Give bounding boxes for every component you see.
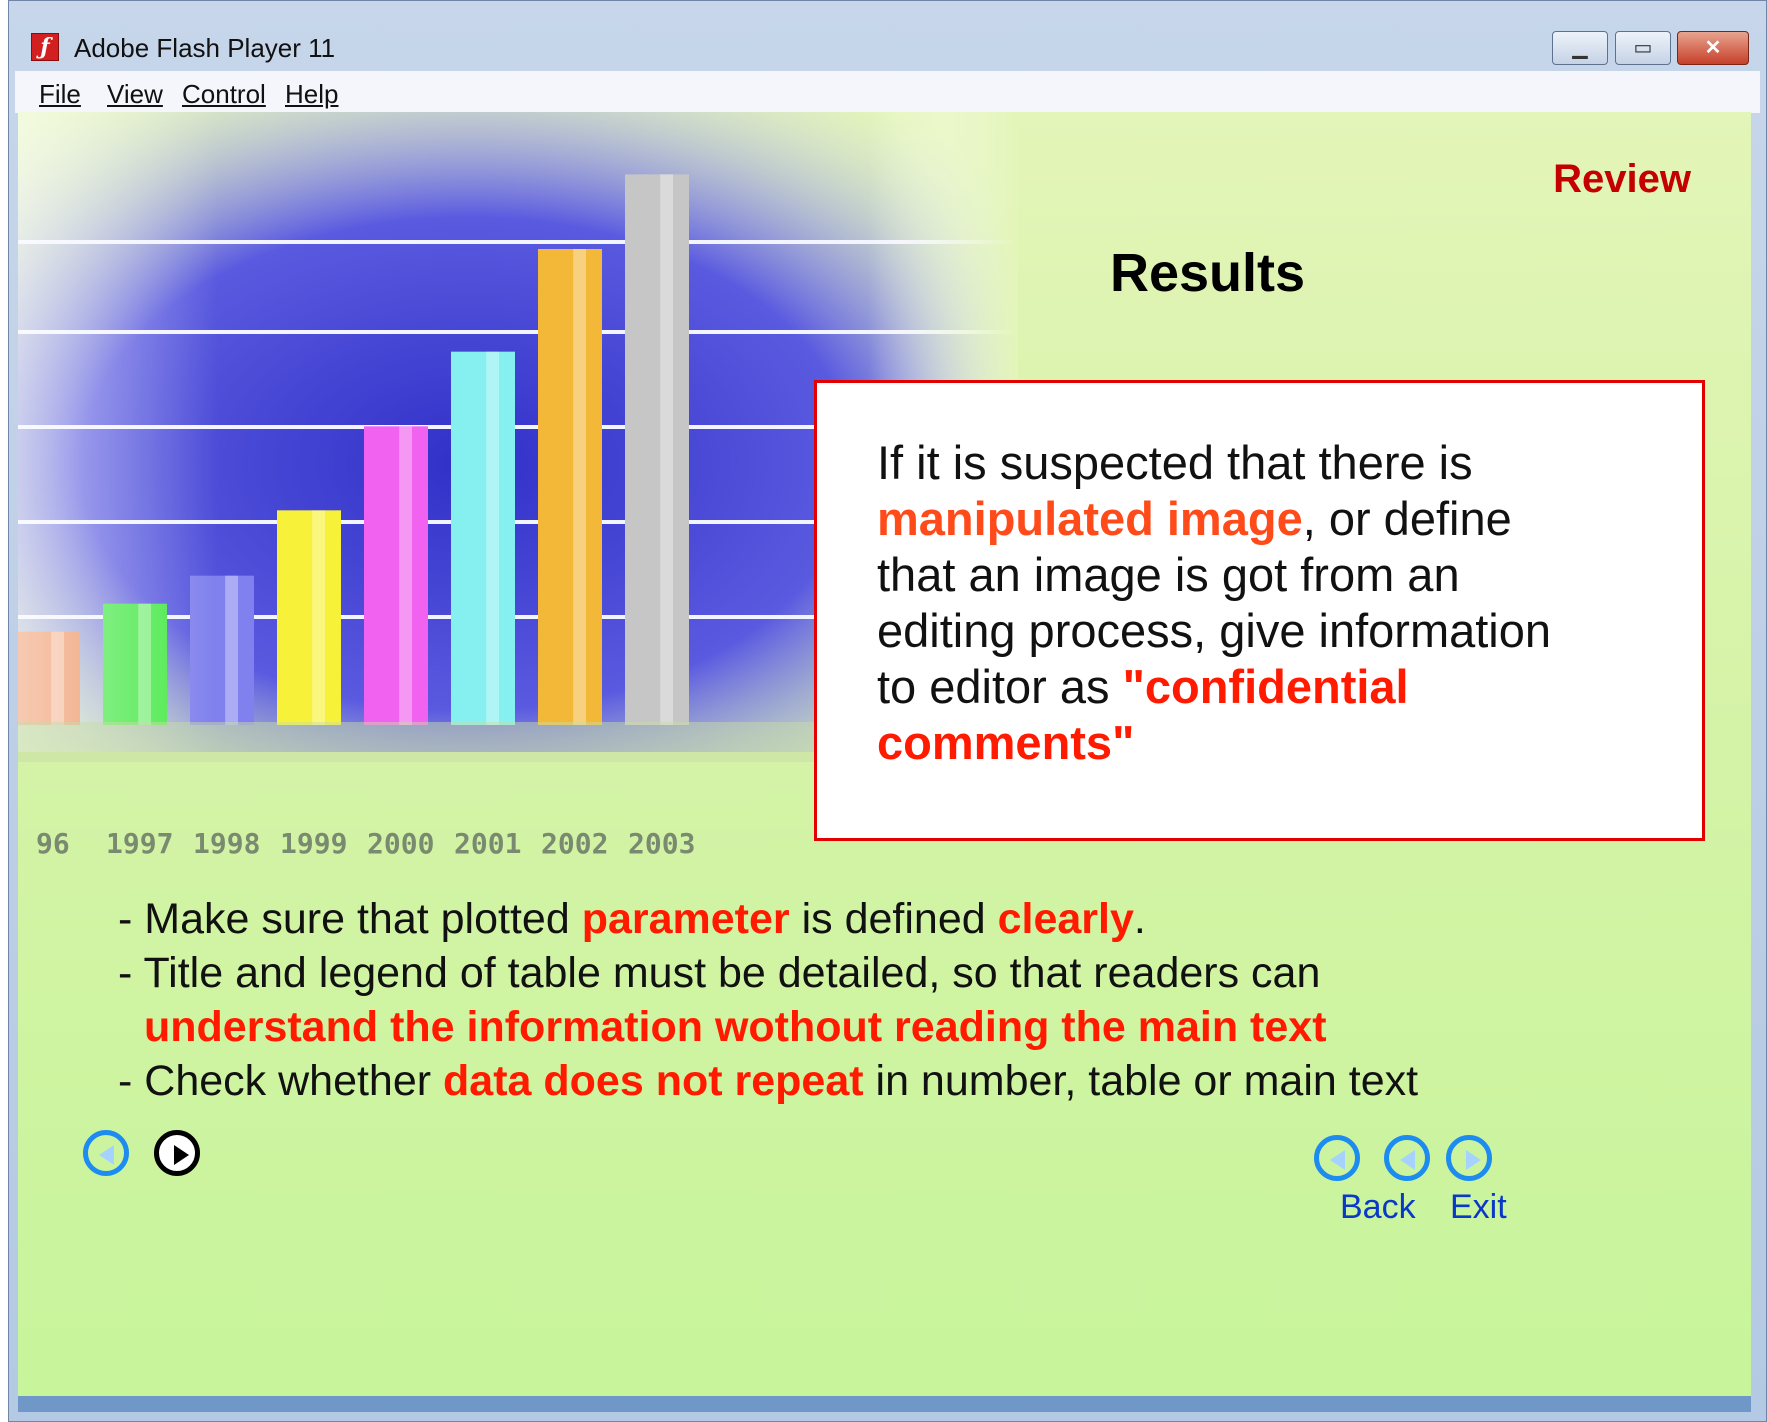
- minimize-button[interactable]: ▁: [1552, 31, 1608, 65]
- minimize-icon: ▁: [1572, 37, 1588, 59]
- first-page-icon: [1330, 1150, 1345, 1170]
- callout-text-5: to editor as: [877, 660, 1123, 713]
- maximize-button[interactable]: ▭: [1615, 31, 1671, 65]
- chart-year-label: 1997: [106, 827, 174, 860]
- chart-year-label: 2002: [541, 827, 609, 860]
- section-label: Review: [1553, 157, 1691, 201]
- page-title: Results: [1110, 243, 1306, 303]
- chart-year-label: 2001: [454, 827, 522, 860]
- exit-label[interactable]: Exit: [1450, 1188, 1507, 1227]
- flash-icon: ƒ: [31, 33, 59, 61]
- menu-file[interactable]: File: [39, 79, 81, 110]
- chart-year-label: 2003: [628, 827, 696, 860]
- title-bar: ƒ Adobe Flash Player 11 ▁ ▭ ✕: [9, 1, 1766, 71]
- callout-text-1: If it is suspected that there is: [877, 436, 1473, 489]
- first-page-button[interactable]: [1314, 1135, 1360, 1181]
- flash-stage: 96 1997 1998 1999 2000 2001 2002 2003 Review Re…: [18, 112, 1751, 1412]
- exit-arrow-icon: [1466, 1150, 1481, 1170]
- window-title: Adobe Flash Player 11: [74, 33, 336, 63]
- play-button[interactable]: [154, 1130, 200, 1176]
- bullet-item: - Title and legend of table must be deta…: [118, 949, 1321, 997]
- callout-text-3: that an image is got from an: [877, 548, 1460, 601]
- callout-text-2: , or define: [1302, 492, 1512, 545]
- chart-year-label: 96: [36, 827, 70, 860]
- bullet-item: - Check whether data does not repeat in …: [118, 1057, 1419, 1105]
- maximize-icon: ▭: [1633, 37, 1653, 59]
- exit-button[interactable]: [1446, 1135, 1492, 1181]
- menu-help[interactable]: Help: [285, 79, 338, 110]
- chart-year-label: 2000: [367, 827, 435, 860]
- callout-highlight-1: manipulated image: [877, 492, 1303, 545]
- back-label[interactable]: Back: [1340, 1188, 1416, 1227]
- menu-bar: File View Control Help: [15, 71, 1760, 113]
- play-icon: [174, 1145, 189, 1165]
- callout-box: If it is suspected that there is manipul…: [814, 380, 1705, 841]
- callout-highlight-3: comments": [877, 716, 1135, 769]
- close-icon: ✕: [1704, 37, 1722, 59]
- chart-year-label: 1999: [280, 827, 348, 860]
- bullet-item: - Make sure that plotted parameter is de…: [118, 895, 1146, 943]
- close-button[interactable]: ✕: [1677, 31, 1749, 65]
- menu-control[interactable]: Control: [182, 79, 266, 110]
- callout-highlight-2: "confidential: [1122, 660, 1409, 713]
- bullet-item-continuation: understand the information wothout readi…: [144, 1003, 1327, 1051]
- menu-view[interactable]: View: [107, 79, 163, 110]
- stage-bottom-bar: [18, 1396, 1751, 1412]
- back-button[interactable]: [1384, 1135, 1430, 1181]
- callout-text-4: editing process, give information: [877, 604, 1552, 657]
- rewind-icon: [99, 1145, 114, 1165]
- back-arrow-icon: [1400, 1150, 1415, 1170]
- chart-year-label: 1998: [193, 827, 261, 860]
- bullet-list: - Make sure that plotted parameter is de…: [118, 892, 1418, 1108]
- rewind-button[interactable]: [83, 1130, 129, 1176]
